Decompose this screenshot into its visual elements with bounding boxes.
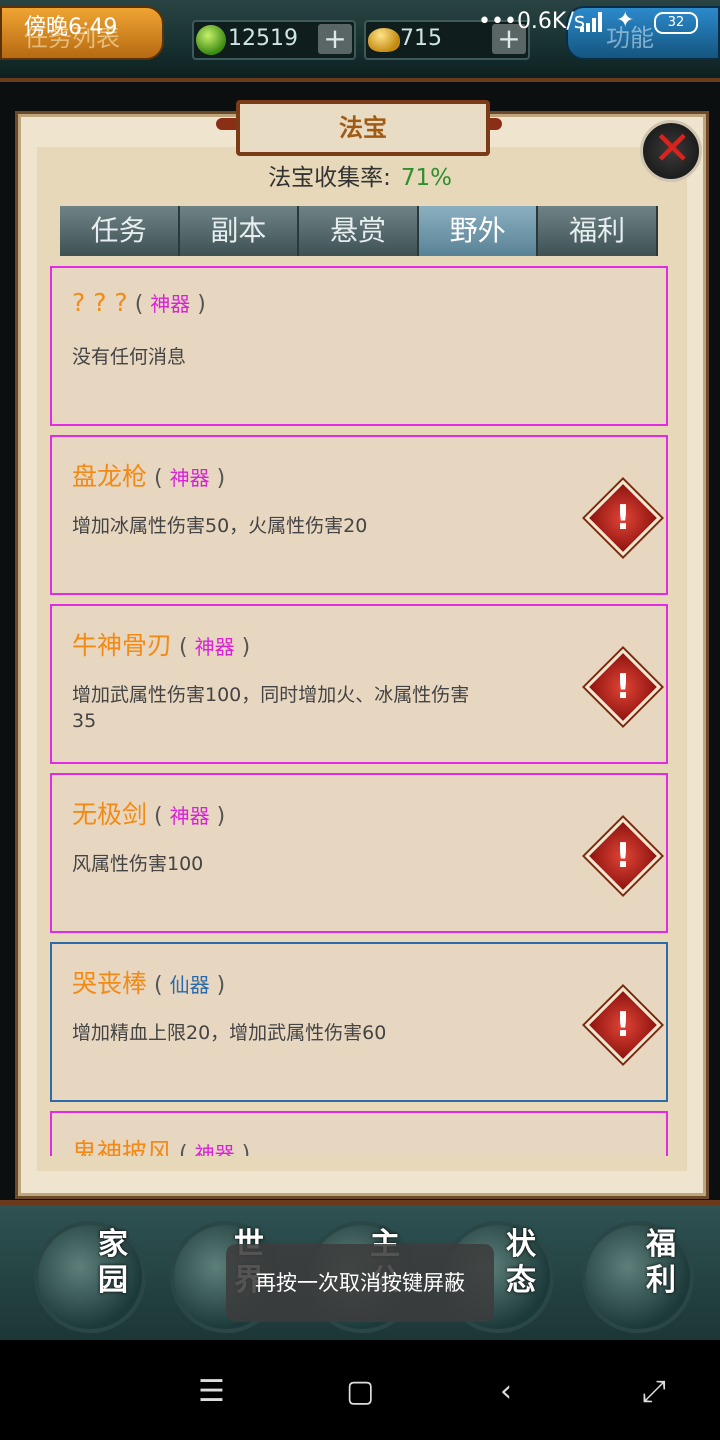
item-name: 牛神骨刃 ( 神器 ) [72,631,251,660]
item-rarity: 神器 [169,804,210,828]
system-nav-bar: ☰ ▢ ‹ ⤢ [0,1340,720,1440]
item-desc: 风属性伤害100 [72,853,204,875]
home-icon: 家园 [98,1227,128,1298]
item-name: 鬼神披风 ( 神器 ) [72,1133,250,1156]
list-item[interactable]: 牛神骨刃 ( 神器 ) 增加武属性伤害100，同时增加火、冰属性伤害35 ! [50,604,668,764]
tab-task[interactable]: 任务 [60,206,180,256]
item-rarity: 神器 [150,292,191,316]
item-name: ? ? ? ( 神器 ) [72,288,206,317]
treasure-list[interactable]: ? ? ? ( 神器 ) 没有任何消息 盘龙枪 ( 神器 ) 增加冰属性伤害50… [50,266,668,1156]
list-item[interactable]: 无极剑 ( 神器 ) 风属性伤害100 ! [50,773,668,933]
item-name: 无极剑 ( 神器 ) [72,800,226,829]
item-desc: 增加冰属性伤害50，火属性伤害20 [72,515,368,537]
nav-welfare[interactable]: 福利 [582,1221,694,1333]
alert-icon[interactable]: ! [584,479,662,557]
item-rarity: 神器 [169,466,210,490]
tab-wild[interactable]: 野外 [418,206,539,256]
clock: 傍晚6:49 [24,15,118,40]
list-item[interactable]: ? ? ? ( 神器 ) 没有任何消息 [50,266,668,426]
item-rarity: 仙器 [169,973,210,997]
back-icon[interactable]: ‹ [500,1374,512,1409]
status-icon: 状态 [506,1227,536,1298]
nav-home[interactable]: 家园 [34,1221,146,1333]
item-rarity: 神器 [194,635,235,659]
alert-icon[interactable]: ! [584,817,662,895]
item-desc: 没有任何消息 [72,346,187,368]
alert-icon[interactable]: ! [584,986,662,1064]
menu-icon[interactable]: ☰ [198,1374,225,1409]
category-tabs: 任务 副本 悬赏 野外 福利 [60,206,658,256]
tab-welfare[interactable]: 福利 [538,206,658,256]
panel-title: 法宝 [236,100,490,156]
screenshot-icon[interactable]: ⤢ [642,1374,666,1409]
status-bar: 傍晚6:49 •••0.6K/s ✦ 32 [0,0,720,46]
home-square-icon[interactable]: ▢ [346,1374,374,1409]
alert-icon[interactable]: ! [584,648,662,726]
collection-percent: 71% [400,165,452,191]
item-name: 盘龙枪 ( 神器 ) [72,462,226,491]
collection-rate: 法宝收集率: 71% [0,158,720,192]
battery-icon: 32 [654,12,698,34]
list-item[interactable]: 盘龙枪 ( 神器 ) 增加冰属性伤害50，火属性伤害20 ! [50,435,668,595]
toast-message: 再按一次取消按键屏蔽 [226,1244,494,1322]
item-rarity: 神器 [194,1142,235,1156]
item-desc: 增加武属性伤害100，同时增加火、冰属性伤害35 [72,684,470,732]
item-desc: 增加精血上限20，增加武属性伤害60 [72,1022,387,1044]
list-item[interactable]: 鬼神披风 ( 神器 ) [50,1111,668,1156]
tab-dungeon[interactable]: 副本 [179,206,300,256]
collection-label: 法宝收集率: [268,165,391,191]
tab-bounty[interactable]: 悬赏 [299,206,419,256]
signal-icon [580,12,606,32]
list-item[interactable]: 哭丧棒 ( 仙器 ) 增加精血上限20，增加武属性伤害60 ! [50,942,668,1102]
network-speed: •••0.6K/s [478,9,586,34]
item-name: 哭丧棒 ( 仙器 ) [72,969,226,998]
gift-bag-icon: 福利 [646,1227,676,1298]
wifi-icon: ✦ [616,8,635,33]
